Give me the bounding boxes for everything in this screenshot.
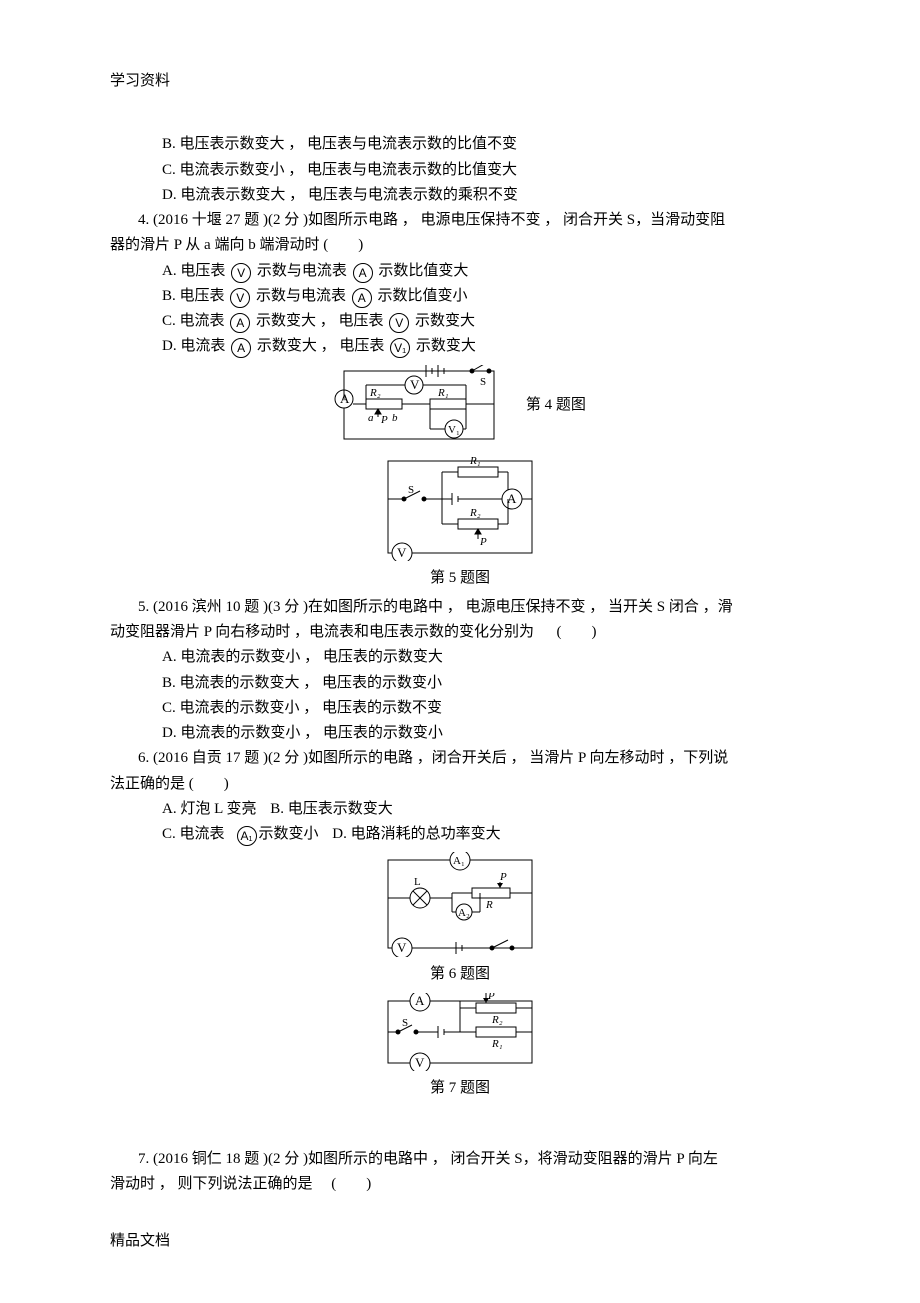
q4-b-part2: 示数与电流表 <box>256 288 346 304</box>
q4-b-part3: 示数比值变小 <box>378 288 468 304</box>
ammeter-icon: A <box>353 263 373 283</box>
svg-text:S: S <box>480 376 486 388</box>
q4-d-part1: D. 电流表 <box>162 338 225 354</box>
q6-option-c-1: C. 电流表 <box>162 826 225 842</box>
q4-circuit-diagram: A V V₁ R₂ R₁ a b P S <box>334 365 504 447</box>
q5-option-d: D. 电流表的示数变小 ， 电压表的示数变小 <box>110 722 810 745</box>
q6-options-row1: A. 灯泡 L 变亮 B. 电压表示数变大 <box>110 798 810 821</box>
q6-option-a: A. 灯泡 L 变亮 <box>162 801 256 817</box>
ammeter-icon: A <box>231 338 251 358</box>
q5-figure: A V R₁ R₂ P S 第 5 题图 <box>110 453 810 590</box>
q3-option-c: C. 电流表示数变小 ， 电压表与电流表示数的比值变大 <box>110 159 810 182</box>
q4-option-b: B. 电压表 V 示数与电流表 A 示数比值变小 <box>110 285 810 308</box>
q4-figure-caption: 第 4 题图 <box>526 397 586 413</box>
ammeter-icon: A <box>352 288 372 308</box>
q4-stem-line2: 器的滑片 P 从 a 端向 b 端滑动时 ( ) <box>110 234 810 257</box>
svg-text:R₂: R₂ <box>369 387 381 399</box>
ammeter-icon: A <box>230 313 250 333</box>
svg-text:R₂: R₂ <box>491 1014 503 1026</box>
q4-b-part1: B. 电压表 <box>162 288 225 304</box>
q6-option-b: B. 电压表示数变大 <box>270 801 393 817</box>
svg-text:b: b <box>392 412 398 424</box>
svg-text:a: a <box>368 412 374 424</box>
q6-figure: A₁ A₂ V L P R 第 6 题图 <box>110 852 810 986</box>
q4-a-part2: 示数与电流表 <box>257 263 347 279</box>
svg-text:V₁: V₁ <box>448 424 460 436</box>
header-text: 学习资料 <box>110 73 170 89</box>
voltmeter-v1-icon: V₁ <box>390 338 410 358</box>
q4-d-part2: 示数变大 ， 电压表 <box>257 338 385 354</box>
q4-option-a: A. 电压表 V 示数与电流表 A 示数比值变大 <box>110 260 810 283</box>
q4-d-part3: 示数变大 <box>416 338 476 354</box>
page-footer: 精品文档 <box>110 1230 810 1253</box>
q4-c-part3: 示数变大 <box>415 313 475 329</box>
svg-text:L: L <box>414 876 421 888</box>
q6-circuit-diagram: A₁ A₂ V L P R <box>380 852 540 957</box>
q6-figure-caption: 第 6 题图 <box>110 963 810 986</box>
q7-figure-caption: 第 7 题图 <box>110 1077 810 1100</box>
svg-text:V: V <box>415 1055 425 1070</box>
q5-figure-caption: 第 5 题图 <box>110 567 810 590</box>
svg-text:V: V <box>397 545 407 560</box>
q7-figure: A V S P R₂ R₁ 第 7 题图 <box>110 993 810 1100</box>
svg-text:P: P <box>499 871 507 883</box>
svg-text:A: A <box>507 491 517 506</box>
q4-c-part2: 示数变大 ， 电压表 <box>256 313 384 329</box>
page-header: 学习资料 <box>110 70 810 93</box>
svg-text:A₁: A₁ <box>453 855 465 867</box>
q4-a-part1: A. 电压表 <box>162 263 225 279</box>
svg-text:R₂: R₂ <box>469 507 481 519</box>
svg-text:S: S <box>402 1017 408 1029</box>
q6-option-d: D. 电路消耗的总功率变大 <box>332 826 500 842</box>
svg-text:R₁: R₁ <box>437 387 449 399</box>
q4-option-c: C. 电流表 A 示数变大 ， 电压表 V 示数变大 <box>110 310 810 333</box>
footer-text: 精品文档 <box>110 1233 170 1249</box>
q6-stem-line1: 6. (2016 自贡 17 题 )(2 分 )如图所示的电路 ，闭合开关后 ，… <box>110 747 810 770</box>
q5-option-a: A. 电流表的示数变小 ， 电压表的示数变大 <box>110 646 810 669</box>
q5-circuit-diagram: A V R₁ R₂ P S <box>380 453 540 561</box>
ammeter-a1-icon: A₁ <box>237 826 257 846</box>
q4-c-part1: C. 电流表 <box>162 313 225 329</box>
svg-text:P: P <box>487 993 495 1002</box>
svg-text:R₁: R₁ <box>469 455 481 467</box>
q6-options-row2: C. 电流表 A₁示数变小 D. 电路消耗的总功率变大 <box>110 823 810 846</box>
voltmeter-icon: V <box>230 288 250 308</box>
q4-stem-line1: 4. (2016 十堰 27 题 )(2 分 )如图所示电路 ， 电源电压保持不… <box>110 209 810 232</box>
q5-stem-line1: 5. (2016 滨州 10 题 )(3 分 )在如图所示的电路中 ， 电源电压… <box>110 596 810 619</box>
q7-stem-line2: 滑动时 ， 则下列说法正确的是 ( ) <box>110 1173 810 1196</box>
svg-text:R: R <box>485 899 493 911</box>
q3-option-d: D. 电流表示数变大 ， 电压表与电流表示数的乘积不变 <box>110 184 810 207</box>
q3-option-b: B. 电压表示数变大 ， 电压表与电流表示数的比值不变 <box>110 133 810 156</box>
svg-text:A₂: A₂ <box>458 907 470 919</box>
voltmeter-icon: V <box>389 313 409 333</box>
q6-option-c-2: 示数变小 <box>259 826 319 842</box>
svg-text:S: S <box>408 484 414 496</box>
svg-text:P: P <box>380 414 388 426</box>
q5-option-c: C. 电流表的示数变小 ， 电压表的示数不变 <box>110 697 810 720</box>
q7-stem-line1: 7. (2016 铜仁 18 题 )(2 分 )如图所示的电路中 ， 闭合开关 … <box>110 1148 810 1171</box>
q4-a-part3: 示数比值变大 <box>378 263 468 279</box>
svg-text:A: A <box>415 993 425 1008</box>
voltmeter-icon: V <box>231 263 251 283</box>
svg-text:R₁: R₁ <box>491 1038 503 1050</box>
svg-text:P: P <box>479 536 487 548</box>
svg-text:A: A <box>340 391 350 406</box>
q7-circuit-diagram: A V S P R₂ R₁ <box>380 993 540 1071</box>
svg-text:V: V <box>397 940 407 955</box>
svg-text:V: V <box>410 377 420 392</box>
q5-stem-line2: 动变阻器滑片 P 向右移动时 ，电流表和电压表示数的变化分别为 ( ) <box>110 621 810 644</box>
q6-stem-line2: 法正确的是 ( ) <box>110 773 810 796</box>
q4-option-d: D. 电流表 A 示数变大 ， 电压表 V₁ 示数变大 <box>110 335 810 358</box>
q5-option-b: B. 电流表的示数变大 ， 电压表的示数变小 <box>110 672 810 695</box>
q4-figure: A V V₁ R₂ R₁ a b P S 第 4 题图 <box>110 365 810 447</box>
